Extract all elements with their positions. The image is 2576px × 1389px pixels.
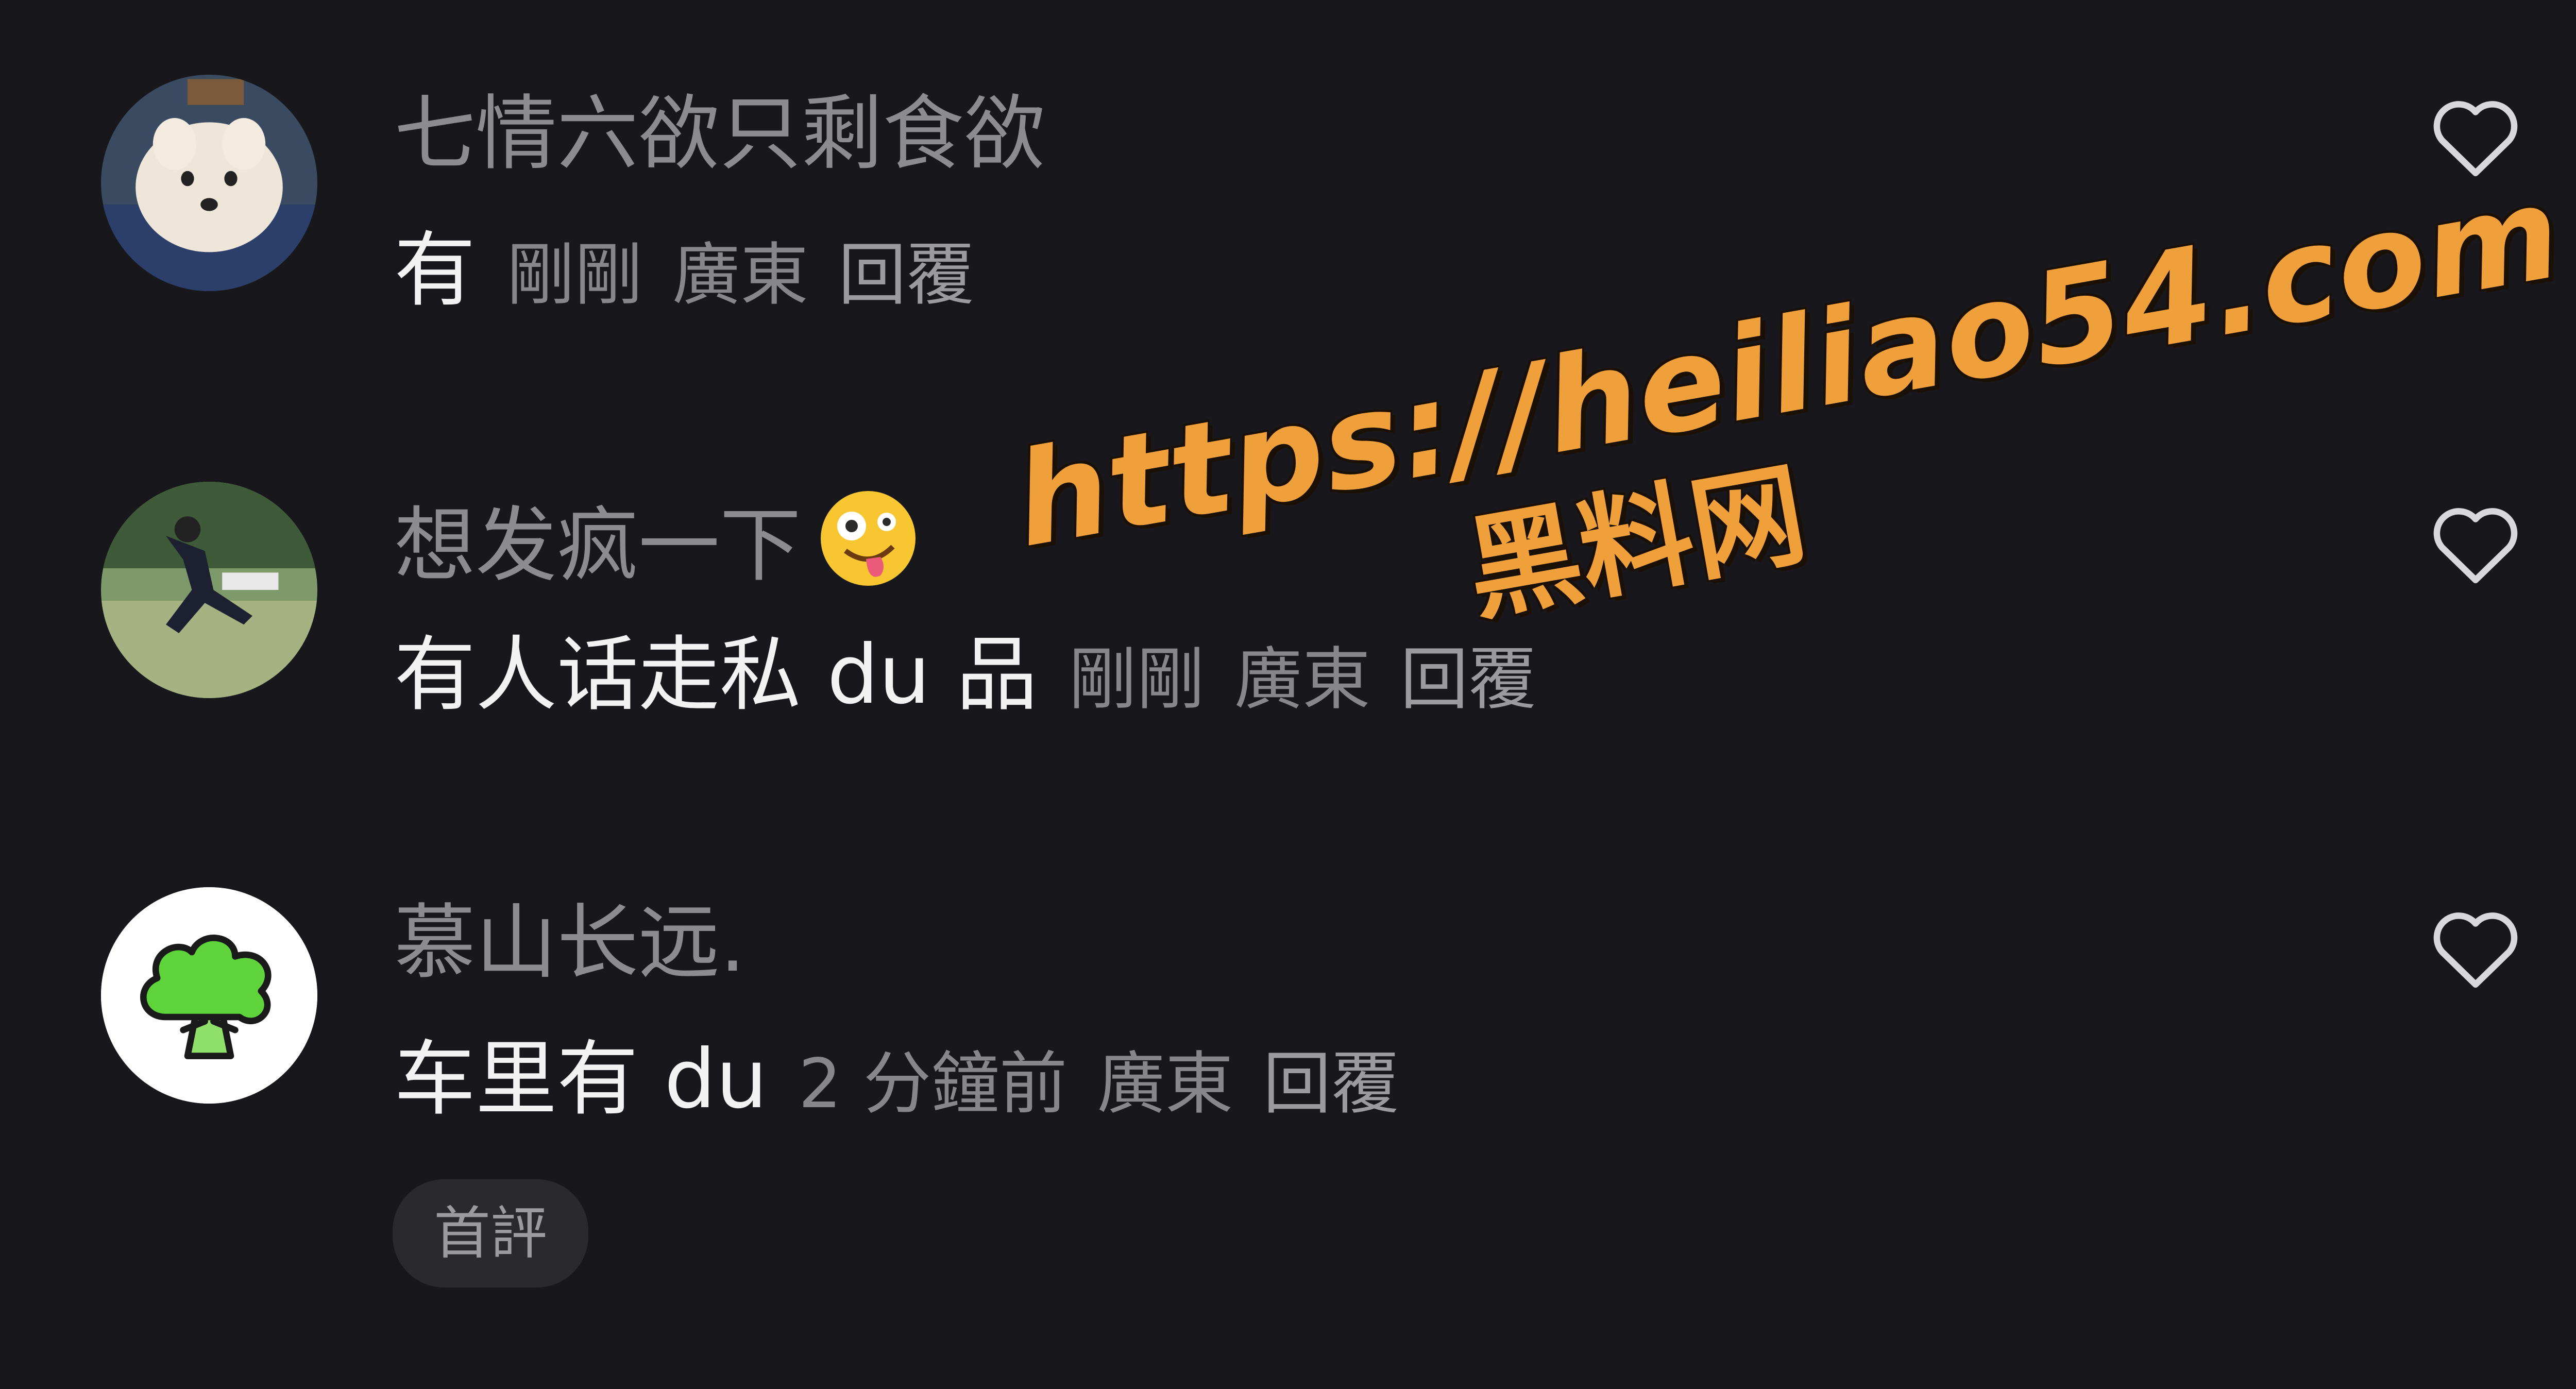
- heart-outline-icon: [2433, 912, 2518, 988]
- comment-text: 有人话走私 du 品: [394, 628, 1038, 722]
- comment-body: 有人话走私 du 品剛剛 廣東 回覆: [394, 623, 1536, 752]
- reply-button[interactable]: 回覆: [1400, 640, 1536, 719]
- username-text: 想发疯一下: [394, 498, 801, 593]
- avatar[interactable]: [101, 887, 317, 1104]
- comment-location: 廣東: [1097, 1044, 1233, 1124]
- comment-time: 剛剛: [1068, 640, 1205, 719]
- person-kicking-photo-avatar: [101, 482, 317, 698]
- like-button[interactable]: [2424, 492, 2527, 595]
- comment-location: 廣東: [1234, 640, 1370, 719]
- zany-face-emoji: [817, 487, 920, 590]
- broccoli-avatar: [101, 887, 317, 1104]
- comment-item: 慕山长远. 车里有 du 2 分鐘前 廣東 回覆 首評: [0, 0, 2576, 1288]
- reply-button[interactable]: 回覆: [1263, 1044, 1399, 1124]
- comment-body: 车里有 du 2 分鐘前 廣東 回覆: [394, 1028, 1399, 1156]
- username[interactable]: 想发疯一下: [394, 487, 920, 597]
- heart-outline-icon: [2433, 508, 2518, 584]
- like-button[interactable]: [2424, 896, 2527, 1000]
- comment-time: 2 分鐘前: [798, 1044, 1067, 1124]
- comment-text: 车里有 du: [394, 1032, 768, 1127]
- first-comment-badge: 首評: [393, 1179, 588, 1288]
- username[interactable]: 慕山长远.: [394, 891, 745, 994]
- avatar[interactable]: [101, 482, 317, 698]
